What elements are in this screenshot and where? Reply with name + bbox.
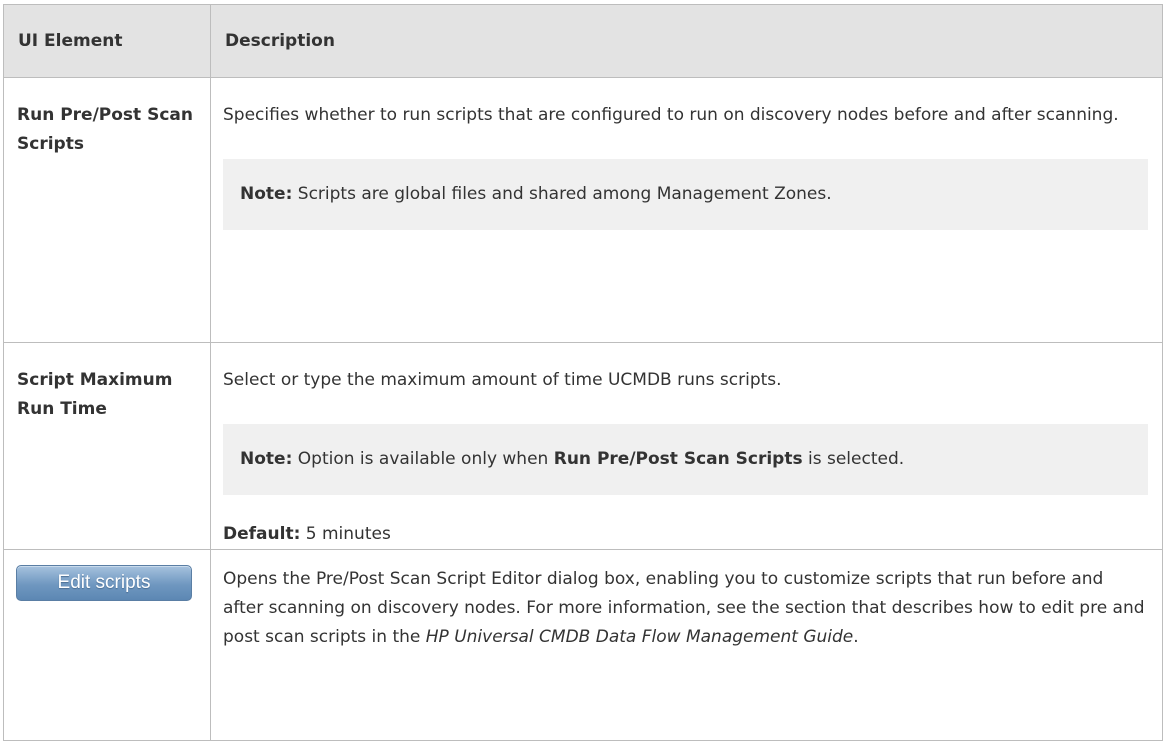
table-row: Edit scripts Opens the Pre/Post Scan Scr… bbox=[3, 549, 1163, 741]
note-text: Option is available only when bbox=[297, 449, 549, 469]
row-name: Edit scripts bbox=[3, 549, 211, 741]
default-line: Default: 5 minutes bbox=[223, 520, 1148, 549]
row-description: Specifies whether to run scripts that ar… bbox=[210, 77, 1163, 343]
default-label: Default: bbox=[223, 524, 301, 544]
edit-scripts-button[interactable]: Edit scripts bbox=[16, 565, 192, 601]
header-ui-element: UI Element bbox=[3, 4, 211, 78]
note-bold-option: Run Pre/Post Scan Scripts bbox=[553, 449, 803, 469]
header-description: Description bbox=[210, 4, 1163, 78]
description-end: . bbox=[853, 627, 859, 647]
note-text-end: is selected. bbox=[808, 449, 905, 469]
row-description: Opens the Pre/Post Scan Script Editor di… bbox=[210, 549, 1163, 741]
note-box: Note: Option is available only when Run … bbox=[223, 424, 1148, 495]
table-row: Run Pre/Post Scan Scripts Specifies whet… bbox=[3, 77, 1163, 343]
note-text: Scripts are global files and shared amon… bbox=[297, 184, 832, 204]
row-name: Script Maximum Run Time bbox=[3, 342, 211, 550]
table-row: Script Maximum Run Time Select or type t… bbox=[3, 342, 1163, 550]
row-description: Select or type the maximum amount of tim… bbox=[210, 342, 1163, 550]
description-text: Opens the Pre/Post Scan Script Editor di… bbox=[223, 565, 1148, 652]
note-label: Note: bbox=[240, 449, 293, 469]
ui-elements-table: UI Element Description Run Pre/Post Scan… bbox=[3, 4, 1163, 741]
note-label: Note: bbox=[240, 184, 293, 204]
guide-title: HP Universal CMDB Data Flow Management G… bbox=[425, 627, 854, 647]
description-text: Specifies whether to run scripts that ar… bbox=[223, 105, 1119, 125]
description-text: Select or type the maximum amount of tim… bbox=[223, 370, 782, 390]
default-value: 5 minutes bbox=[305, 524, 391, 544]
note-box: Note: Scripts are global files and share… bbox=[223, 159, 1148, 230]
table-header-row: UI Element Description bbox=[3, 4, 1163, 78]
row-name: Run Pre/Post Scan Scripts bbox=[3, 77, 211, 343]
